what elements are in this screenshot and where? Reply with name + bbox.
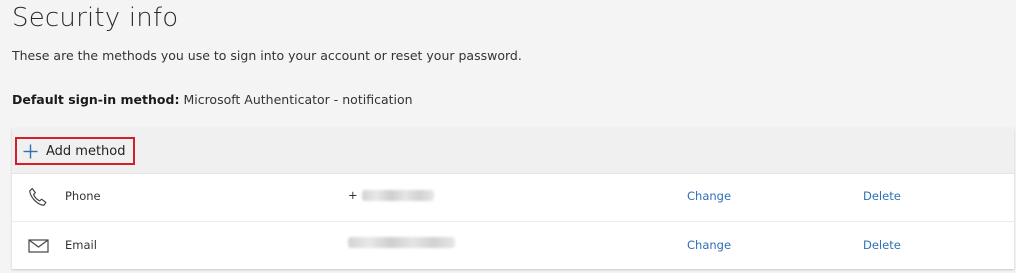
change-phone-link[interactable]: Change [687, 189, 731, 203]
default-sign-in-method: Default sign-in method: Microsoft Authen… [12, 92, 413, 107]
delete-phone-link[interactable]: Delete [863, 189, 901, 203]
default-sign-in-label: Default sign-in method: [12, 92, 180, 107]
add-method-label: Add method [46, 143, 126, 159]
default-sign-in-value: Microsoft Authenticator - notification [183, 92, 413, 107]
method-name: Phone [65, 189, 101, 203]
redacted-email-address [348, 237, 455, 248]
method-value-phone: + [348, 188, 434, 202]
add-method-button[interactable]: Add method [15, 137, 135, 165]
security-info-page: Security info These are the methods you … [0, 0, 1016, 273]
method-name: Email [65, 238, 97, 252]
methods-panel-header: Add method [12, 128, 1014, 174]
plus-icon [23, 144, 38, 159]
phone-icon [26, 185, 50, 209]
email-icon [26, 234, 50, 258]
methods-panel: Add method Phone + Change Delete Email C… [12, 128, 1014, 269]
method-row-email: Email Change Delete [12, 222, 1014, 269]
method-value-email [348, 237, 455, 248]
phone-prefix: + [348, 188, 358, 202]
page-description: These are the methods you use to sign in… [12, 48, 522, 63]
page-title: Security info [12, 3, 179, 33]
redacted-phone-number [361, 189, 434, 201]
change-email-link[interactable]: Change [687, 238, 731, 252]
delete-email-link[interactable]: Delete [863, 238, 901, 252]
method-row-phone: Phone + Change Delete [12, 173, 1014, 222]
